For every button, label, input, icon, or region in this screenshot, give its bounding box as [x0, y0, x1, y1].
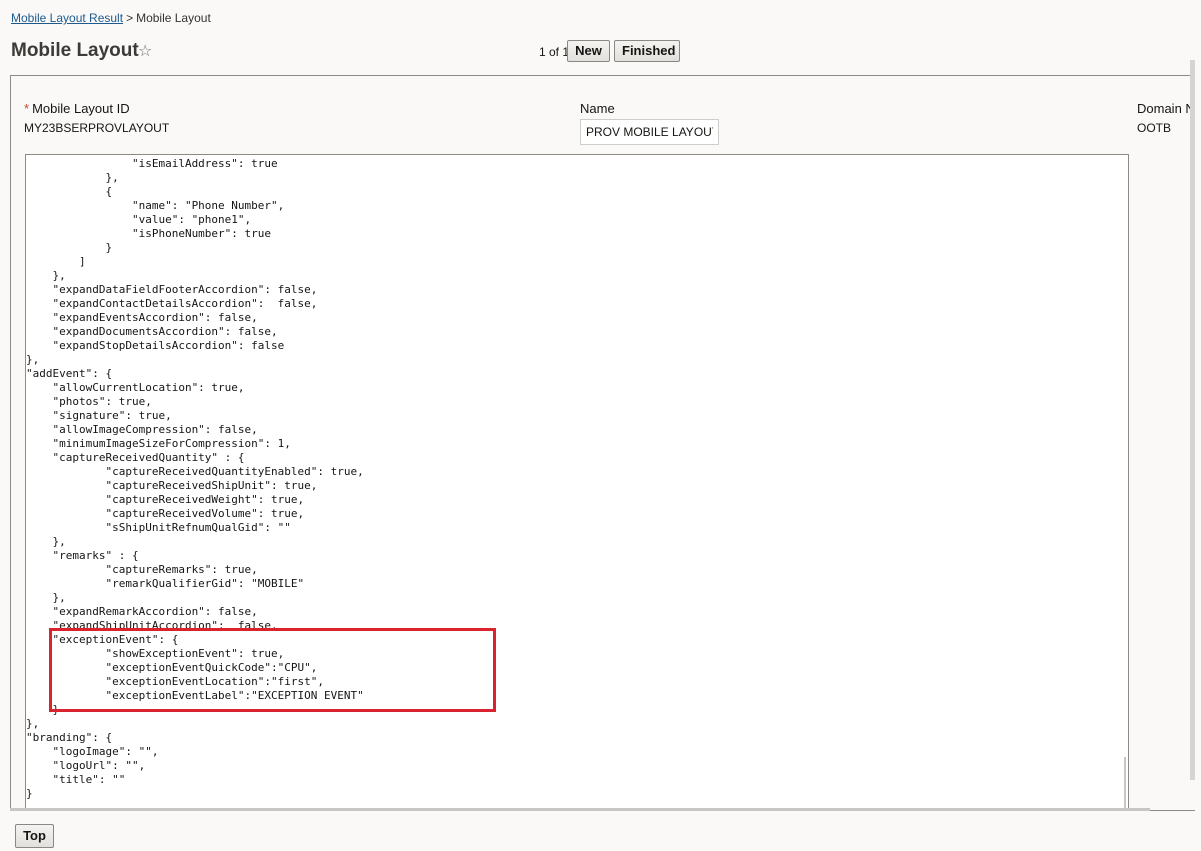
page-title: Mobile Layout — [11, 40, 139, 61]
form-panel: * Mobile Layout ID MY23BSERPROVLAYOUT Nam… — [10, 75, 1195, 811]
name-label: Name — [580, 101, 615, 116]
page-vertical-scrollbar[interactable] — [1190, 60, 1195, 780]
domain-value: OOTB — [1137, 121, 1172, 135]
layout-id-label: * Mobile Layout ID — [24, 101, 130, 116]
domain-label: Domain N — [1137, 101, 1195, 116]
layout-id-label-text: Mobile Layout ID — [32, 101, 130, 116]
top-button[interactable]: Top — [15, 824, 54, 848]
breadcrumb-separator: > — [126, 11, 134, 25]
layout-id-value: MY23BSERPROVLAYOUT — [24, 121, 170, 135]
breadcrumb: Mobile Layout Result > Mobile Layout — [11, 11, 211, 25]
textarea-scrollbar[interactable] — [1124, 757, 1126, 810]
breadcrumb-link-mobile-layout-result[interactable]: Mobile Layout Result — [11, 11, 123, 25]
layout-json-textarea[interactable]: "isEmailAddress": true }, { "name": "Pho… — [25, 154, 1129, 810]
horizontal-scrollbar[interactable] — [10, 808, 1150, 811]
name-input[interactable] — [580, 119, 719, 145]
breadcrumb-current: Mobile Layout — [136, 11, 211, 25]
finished-button[interactable]: Finished — [614, 40, 680, 62]
required-marker: * — [24, 101, 30, 116]
new-button[interactable]: New — [567, 40, 610, 62]
pager-count: 1 of 1 — [539, 45, 570, 59]
favorite-star-icon[interactable]: ☆ — [138, 41, 152, 61]
layout-json-text: "isEmailAddress": true }, { "name": "Pho… — [26, 157, 364, 800]
